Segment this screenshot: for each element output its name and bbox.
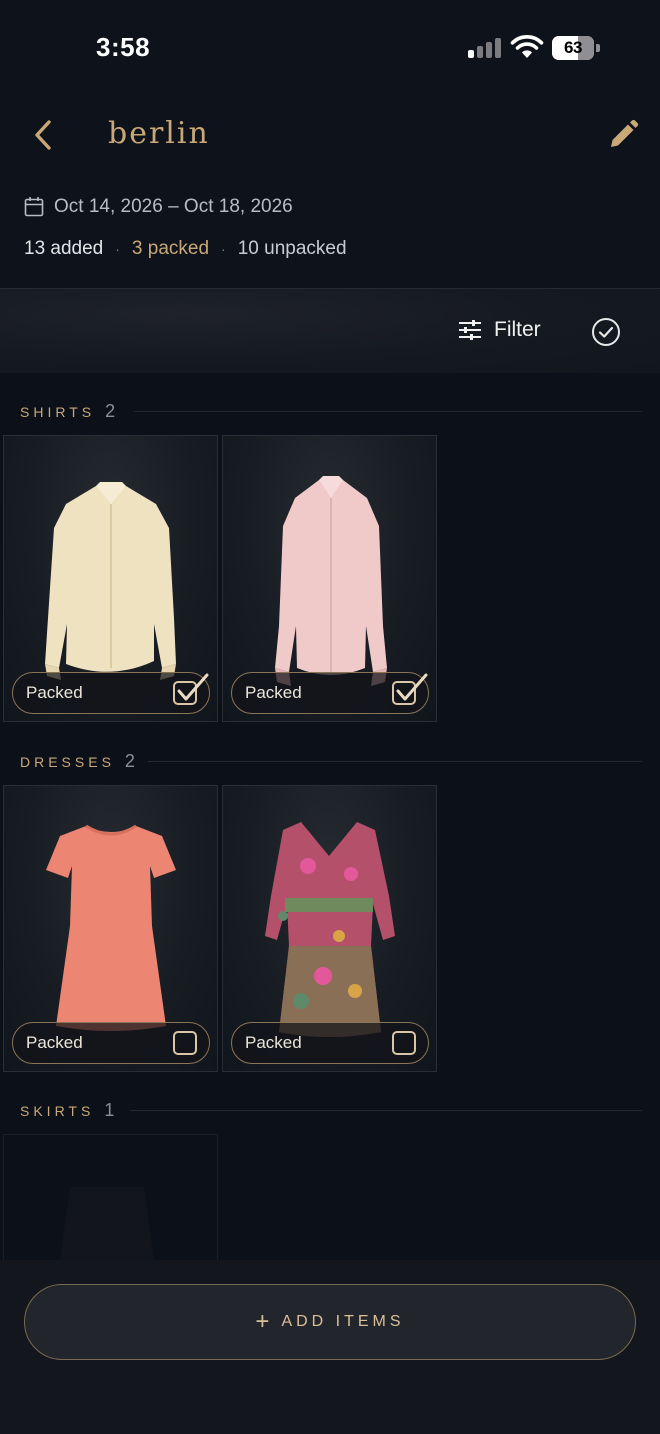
- section-header-dresses: DRESSES 2: [20, 751, 135, 772]
- unchecked-box-icon[interactable]: [173, 1031, 197, 1055]
- back-chevron-icon[interactable]: [30, 118, 56, 152]
- item-card-coral-dress[interactable]: Packed: [3, 785, 218, 1072]
- plus-icon: +: [255, 1308, 270, 1335]
- calendar-icon: [24, 197, 44, 217]
- sliders-icon: [459, 320, 481, 340]
- battery-nub: [596, 44, 600, 52]
- checked-box-icon[interactable]: [392, 673, 428, 705]
- battery-icon: 63: [552, 36, 594, 60]
- skirt-image: [60, 1187, 154, 1260]
- filter-label: Filter: [494, 318, 541, 341]
- packed-count: 3 packed: [131, 238, 210, 259]
- packed-label: Packed: [26, 1033, 83, 1052]
- trip-title: berlin: [108, 116, 210, 151]
- trip-dates-text: Oct 14, 2026 – Oct 18, 2026: [54, 196, 293, 217]
- separator-dot: ·: [221, 241, 226, 257]
- edit-pencil-icon[interactable]: [606, 118, 640, 152]
- packed-label: Packed: [245, 683, 302, 702]
- section-count: 1: [104, 1100, 115, 1120]
- toolbar: [0, 289, 660, 373]
- check-circle-icon[interactable]: [591, 317, 621, 347]
- item-card-skirt[interactable]: [3, 1134, 218, 1260]
- section-header-skirts: SKIRTS 1: [20, 1100, 114, 1121]
- section-divider: [130, 1110, 642, 1111]
- packed-toggle[interactable]: Packed: [12, 1022, 210, 1064]
- unpacked-count: 10 unpacked: [237, 238, 347, 259]
- wifi-icon: [510, 35, 544, 58]
- section-label: SHIRTS: [20, 403, 96, 420]
- section-divider: [148, 761, 642, 762]
- separator-dot: ·: [115, 241, 120, 257]
- battery-level: 63: [564, 38, 582, 57]
- item-card-pink-shirt[interactable]: Packed: [222, 435, 437, 722]
- add-items-label: ADD ITEMS: [281, 1313, 405, 1330]
- unchecked-box-icon[interactable]: [392, 1031, 416, 1055]
- section-header-shirts: SHIRTS 2: [20, 401, 115, 422]
- packed-label: Packed: [245, 1033, 302, 1052]
- added-count: 13 added: [24, 238, 104, 259]
- checked-box-icon[interactable]: [173, 673, 209, 705]
- trip-counts: 13 added · 3 packed · 10 unpacked: [24, 238, 347, 260]
- section-count: 2: [124, 751, 135, 771]
- section-divider: [134, 411, 642, 412]
- section-label: DRESSES: [20, 753, 115, 770]
- item-list[interactable]: SHIRTS 2 Packed Packed DRESSES 2 Packed …: [0, 373, 660, 1260]
- section-label: SKIRTS: [20, 1102, 95, 1119]
- packed-label: Packed: [26, 683, 83, 702]
- item-card-floral-dress[interactable]: Packed: [222, 785, 437, 1072]
- packed-toggle[interactable]: Packed: [231, 672, 429, 714]
- add-items-button[interactable]: + ADD ITEMS: [24, 1284, 636, 1360]
- packed-toggle[interactable]: Packed: [12, 672, 210, 714]
- status-bar: 3:58 63: [0, 0, 660, 90]
- status-time: 3:58: [96, 32, 151, 62]
- filter-button[interactable]: Filter: [458, 318, 541, 342]
- cellular-signal-icon: [468, 38, 502, 58]
- section-count: 2: [105, 401, 116, 421]
- trip-dates: Oct 14, 2026 – Oct 18, 2026: [24, 196, 293, 218]
- item-card-cream-shirt[interactable]: Packed: [3, 435, 218, 722]
- packed-toggle[interactable]: Packed: [231, 1022, 429, 1064]
